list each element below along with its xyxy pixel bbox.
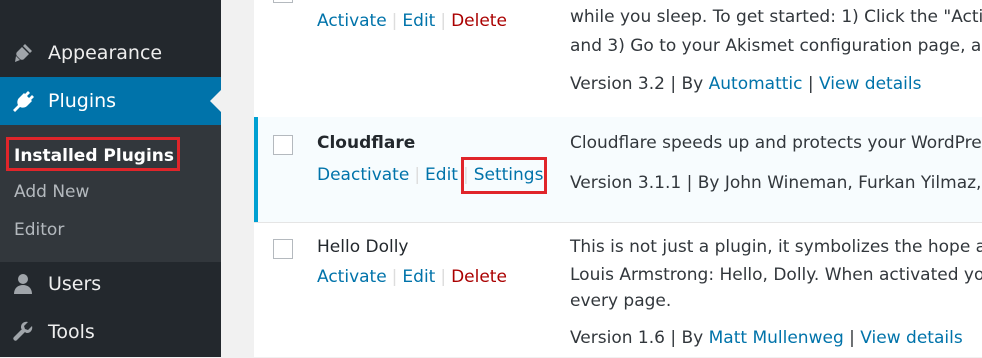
row-actions: Activate | Edit | Delete bbox=[317, 11, 507, 31]
sidebar-item-users[interactable]: Users bbox=[0, 260, 221, 308]
submenu-editor[interactable]: Editor bbox=[14, 220, 64, 240]
brush-icon bbox=[10, 40, 36, 66]
view-details-link[interactable]: View details bbox=[860, 328, 962, 348]
wrench-icon bbox=[10, 319, 36, 345]
separator: | bbox=[391, 11, 398, 31]
separator: | bbox=[664, 74, 682, 94]
separator: | bbox=[414, 165, 421, 185]
sidebar-item-label: Users bbox=[48, 273, 102, 295]
sidebar-item-appearance[interactable]: Appearance bbox=[0, 29, 221, 77]
plug-icon bbox=[10, 88, 36, 114]
installed-plugins-highlight-box bbox=[6, 137, 180, 171]
by-label: By bbox=[681, 328, 704, 348]
table-row-akismet: Activate | Edit | Delete while you sleep. To… bbox=[254, 0, 982, 117]
activate-link[interactable]: Activate bbox=[317, 267, 387, 287]
separator: | bbox=[440, 267, 447, 287]
table-row-hello-dolly: Hello Dolly Activate | Edit | Delete This is… bbox=[254, 222, 982, 358]
row-actions: Activate | Edit | Delete bbox=[317, 267, 507, 287]
users-icon bbox=[10, 271, 36, 297]
delete-link[interactable]: Delete bbox=[451, 267, 507, 287]
author-link[interactable]: Matt Mullenweg bbox=[709, 328, 844, 348]
plugin-description-line: Louis Armstrong: Hello, Dolly. When acti… bbox=[570, 265, 982, 285]
plugin-version: Version 3.2 bbox=[570, 74, 665, 94]
plugin-description-line: Cloudflare speeds up and protects your W… bbox=[570, 133, 982, 153]
activate-link[interactable]: Activate bbox=[317, 11, 387, 31]
sidebar-item-label: Tools bbox=[48, 321, 95, 343]
table-row-cloudflare: Cloudflare Deactivate | Edit | Settings Clou… bbox=[254, 117, 982, 222]
view-details-link[interactable]: View details bbox=[819, 74, 921, 94]
edit-link[interactable]: Edit bbox=[402, 267, 435, 287]
sidebar-item-plugins[interactable]: Plugins bbox=[0, 77, 221, 125]
admin-sidebar: Appearance Plugins Installed Plugins Add… bbox=[0, 0, 221, 357]
separator: | bbox=[440, 11, 447, 31]
plugin-description-line: while you sleep. To get started: 1) Clic… bbox=[570, 7, 982, 27]
by-label: By bbox=[681, 74, 704, 94]
plugin-name: Cloudflare bbox=[317, 133, 416, 153]
author-link[interactable]: Automattic bbox=[709, 74, 803, 94]
plugin-meta: Version 3.1.1 | By John Wineman, Furkan … bbox=[570, 173, 982, 193]
row-checkbox[interactable] bbox=[273, 239, 293, 259]
settings-highlight-box bbox=[461, 157, 547, 194]
plugin-version: Version 1.6 bbox=[570, 328, 665, 348]
row-checkbox[interactable] bbox=[273, 0, 293, 3]
separator: | bbox=[843, 328, 861, 348]
deactivate-link[interactable]: Deactivate bbox=[317, 165, 409, 185]
separator: | bbox=[391, 267, 398, 287]
delete-link[interactable]: Delete bbox=[451, 11, 507, 31]
plugin-description-line: every page. bbox=[570, 291, 672, 311]
sidebar-item-label: Plugins bbox=[48, 90, 117, 112]
separator: | bbox=[802, 74, 820, 94]
current-menu-arrow bbox=[210, 90, 221, 112]
plugin-meta: Version 3.2 | By Automattic | View detai… bbox=[570, 74, 921, 94]
plugins-table: Activate | Edit | Delete while you sleep. To… bbox=[254, 0, 982, 357]
plugin-meta: Version 1.6 | By Matt Mullenweg | View d… bbox=[570, 328, 963, 348]
plugin-name: Hello Dolly bbox=[317, 237, 409, 257]
plugin-description-line: and 3) Go to your Akismet configuration … bbox=[570, 36, 982, 56]
plugin-description-line: This is not just a plugin, it symbolizes… bbox=[570, 237, 982, 257]
sidebar-item-tools[interactable]: Tools bbox=[0, 308, 221, 356]
submenu-add-new[interactable]: Add New bbox=[14, 182, 89, 202]
edit-link[interactable]: Edit bbox=[402, 11, 435, 31]
edit-link[interactable]: Edit bbox=[425, 165, 458, 185]
sidebar-item-label: Appearance bbox=[48, 42, 163, 64]
separator: | bbox=[664, 328, 682, 348]
row-checkbox[interactable] bbox=[273, 135, 293, 155]
